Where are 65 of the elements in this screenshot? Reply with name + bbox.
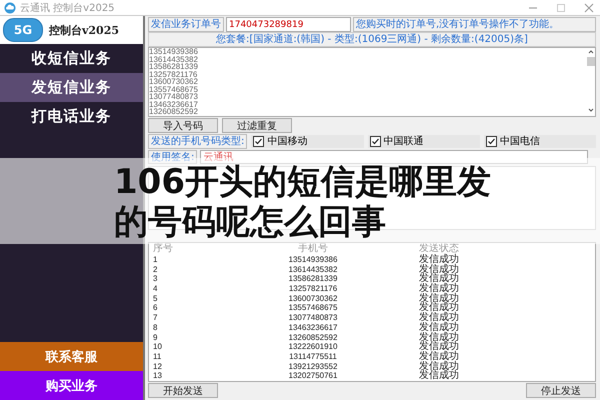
carrier-checkbox[interactable]: 中国电信 — [484, 134, 596, 148]
table-cell-text: 13202750761 — [288, 371, 338, 381]
table-cell-text: 13921293552 — [288, 362, 338, 372]
carrier-checkbox[interactable]: 中国移动 — [251, 134, 364, 148]
table-cell-text: 13260852592 — [288, 332, 338, 342]
sidebar-item[interactable]: 收短信业务 — [0, 44, 143, 73]
stop-send-button[interactable]: 停止发送 — [526, 383, 596, 398]
table-cell-text: 发信成功 — [418, 342, 460, 352]
table-cell-text: 发信成功 — [418, 294, 460, 304]
maximize-icon[interactable] — [556, 2, 566, 12]
table-cell-text: 发信成功 — [418, 362, 460, 372]
table-cell-text: 发信成功 — [418, 313, 460, 323]
checkmark-icon — [486, 136, 496, 146]
signature-field[interactable]: 云通讯 — [200, 150, 588, 164]
table-cell-text: 4 — [153, 284, 158, 294]
table-cell-text: 13114775511 — [288, 352, 338, 362]
order-hint: 您购买时的订单号,没有订单号操作不了功能。 — [353, 17, 596, 32]
table-cell-text: 13077480873 — [288, 313, 338, 323]
order-label: 发信业务订单号 — [148, 17, 224, 32]
table-cell-text: 2 — [153, 264, 158, 274]
sidebar-button[interactable]: 联系客服 — [0, 342, 143, 371]
sidebar-item[interactable]: 发短信业务 — [0, 73, 143, 102]
table-cell-text: 发信成功 — [418, 371, 460, 381]
start-send-button[interactable]: 开始发送 — [148, 383, 218, 398]
table-cell-text: 6 — [153, 303, 158, 314]
table-cell-text: 13600730362 — [288, 294, 338, 304]
table-cell-text: 13463236617 — [288, 322, 338, 333]
table-cell-text: 12 — [153, 362, 163, 372]
table-cell-text: 13257821176 — [288, 284, 338, 294]
table-cell-text: 1 — [153, 255, 158, 265]
close-icon[interactable] — [584, 2, 594, 12]
order-number-field[interactable]: 1740473289819 — [226, 17, 351, 32]
table-cell-text: 发信成功 — [418, 255, 460, 265]
table-cell-text: 13 — [153, 371, 163, 381]
toolbar-button[interactable]: 导入号码 — [148, 118, 218, 133]
table-cell-text: 8 — [153, 322, 158, 333]
table-cell-text: 13514939386 — [288, 255, 338, 265]
table-cell-text: 3 — [153, 274, 158, 284]
table-cell-text: 13614435382 — [288, 264, 338, 274]
checkmark-icon — [370, 136, 380, 146]
table-cell-text: 10 — [153, 342, 163, 352]
table-cell-text: 发信成功 — [418, 264, 460, 274]
checkmark-icon — [254, 136, 264, 146]
logo-title: 控制台v2025 — [49, 22, 120, 38]
table-cell-text: 9 — [153, 332, 158, 342]
signature-label: 使用签名: — [148, 150, 198, 164]
table-cell-text: 发信成功 — [418, 322, 460, 333]
sidebar-item[interactable]: 打电话业务 — [0, 102, 143, 131]
table-cell-text: 发信成功 — [418, 284, 460, 294]
table-cell-text: 发信成功 — [418, 352, 460, 362]
table-cell-text: 13586281339 — [288, 274, 338, 284]
toolbar-button[interactable]: 过滤重复 — [222, 118, 292, 133]
table-cell-text: 13222601910 — [288, 342, 338, 352]
table-cell-text: 13557468675 — [288, 303, 338, 314]
carrier-checkbox[interactable]: 中国联通 — [368, 134, 480, 148]
table-cell-text: 发信成功 — [418, 332, 460, 342]
table-cell-text: 5 — [153, 294, 158, 304]
table-cell-text: 7 — [153, 313, 158, 323]
table-cell-text: 11 — [153, 352, 162, 362]
cloud-logo: 5G — [3, 18, 43, 42]
carrier-label: 发送的手机号码类型: — [148, 134, 248, 148]
sidebar-button[interactable]: 购买业务 — [0, 371, 143, 400]
package-info: 您套餐:[国家通道:(韩国) - 类型:(1069三网通) - 剩余数量:(42005)条] — [148, 32, 596, 47]
window-title: 云通讯 控制台v2025 — [20, 2, 115, 14]
overlay-caption: 106开头的短信是哪里发的号码呢怎么回事 — [114, 162, 492, 242]
